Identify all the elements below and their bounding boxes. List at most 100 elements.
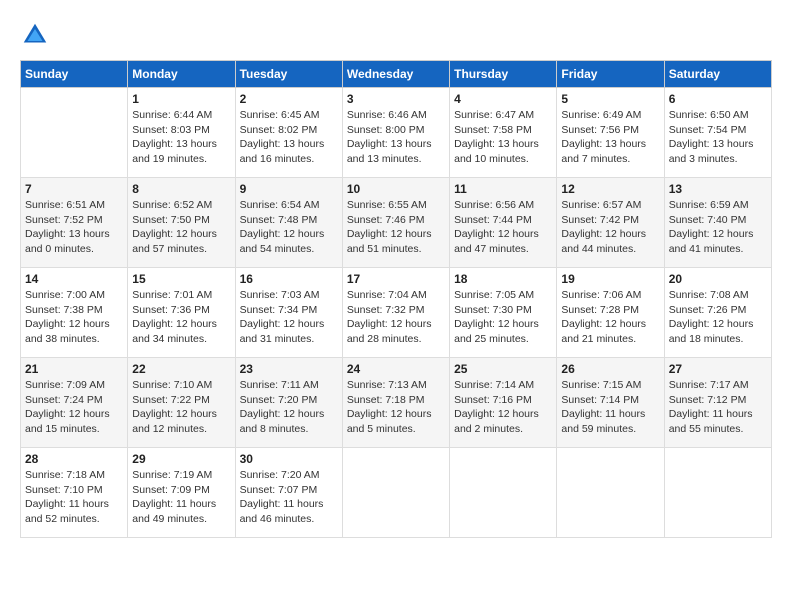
day-info: Sunrise: 6:59 AM Sunset: 7:40 PM Dayligh… <box>669 198 767 257</box>
day-number: 26 <box>561 362 659 376</box>
day-info: Sunrise: 6:55 AM Sunset: 7:46 PM Dayligh… <box>347 198 445 257</box>
day-info: Sunrise: 6:57 AM Sunset: 7:42 PM Dayligh… <box>561 198 659 257</box>
weekday-header-tuesday: Tuesday <box>235 61 342 88</box>
day-number: 30 <box>240 452 338 466</box>
day-info: Sunrise: 6:52 AM Sunset: 7:50 PM Dayligh… <box>132 198 230 257</box>
calendar-cell <box>664 448 771 538</box>
calendar-cell: 27Sunrise: 7:17 AM Sunset: 7:12 PM Dayli… <box>664 358 771 448</box>
day-number: 10 <box>347 182 445 196</box>
calendar-cell: 3Sunrise: 6:46 AM Sunset: 8:00 PM Daylig… <box>342 88 449 178</box>
day-info: Sunrise: 7:13 AM Sunset: 7:18 PM Dayligh… <box>347 378 445 437</box>
calendar-cell: 23 Sunrise: 7:11 AM Sunset: 7:20 PM Dayli… <box>235 358 342 448</box>
weekday-header-thursday: Thursday <box>450 61 557 88</box>
day-number: 16 <box>240 272 338 286</box>
day-info: Sunrise: 7:14 AM Sunset: 7:16 PM Dayligh… <box>454 378 552 437</box>
day-number: 1 <box>132 92 230 106</box>
day-number: 20 <box>669 272 767 286</box>
day-number: 23 <box>240 362 338 376</box>
weekday-header-wednesday: Wednesday <box>342 61 449 88</box>
week-row-2: 7 Sunrise: 6:51 AM Sunset: 7:52 PM Daylig… <box>21 178 772 268</box>
page-header <box>20 20 772 50</box>
calendar-table: SundayMondayTuesdayWednesdayThursdayFrid… <box>20 60 772 538</box>
calendar-cell <box>557 448 664 538</box>
day-number: 5 <box>561 92 659 106</box>
day-info: Sunrise: 7:18 AM Sunset: 7:10 PM Dayligh… <box>25 468 123 527</box>
day-number: 13 <box>669 182 767 196</box>
calendar-cell: 4 Sunrise: 6:47 AM Sunset: 7:58 PM Daylig… <box>450 88 557 178</box>
day-info: Sunrise: 7:15 AM Sunset: 7:14 PM Dayligh… <box>561 378 659 437</box>
day-info: Sunrise: 7:08 AM Sunset: 7:26 PM Dayligh… <box>669 288 767 347</box>
calendar-cell: 29 Sunrise: 7:19 AM Sunset: 7:09 PM Dayli… <box>128 448 235 538</box>
day-info: Sunrise: 7:11 AM Sunset: 7:20 PM Dayligh… <box>240 378 338 437</box>
week-row-5: 28 Sunrise: 7:18 AM Sunset: 7:10 PM Dayli… <box>21 448 772 538</box>
calendar-cell: 10 Sunrise: 6:55 AM Sunset: 7:46 PM Dayli… <box>342 178 449 268</box>
calendar-cell: 1 Sunrise: 6:44 AM Sunset: 8:03 PM Daylig… <box>128 88 235 178</box>
calendar-cell: 16Sunrise: 7:03 AM Sunset: 7:34 PM Dayli… <box>235 268 342 358</box>
calendar-cell: 20 Sunrise: 7:08 AM Sunset: 7:26 PM Dayli… <box>664 268 771 358</box>
day-number: 11 <box>454 182 552 196</box>
day-info: Sunrise: 6:44 AM Sunset: 8:03 PM Dayligh… <box>132 108 230 167</box>
day-info: Sunrise: 7:10 AM Sunset: 7:22 PM Dayligh… <box>132 378 230 437</box>
calendar-cell: 15Sunrise: 7:01 AM Sunset: 7:36 PM Dayli… <box>128 268 235 358</box>
calendar-cell <box>450 448 557 538</box>
calendar-cell: 6Sunrise: 6:50 AM Sunset: 7:54 PM Daylig… <box>664 88 771 178</box>
calendar-cell: 8 Sunrise: 6:52 AM Sunset: 7:50 PM Daylig… <box>128 178 235 268</box>
day-number: 9 <box>240 182 338 196</box>
calendar-cell: 5 Sunrise: 6:49 AM Sunset: 7:56 PM Daylig… <box>557 88 664 178</box>
day-number: 22 <box>132 362 230 376</box>
day-number: 12 <box>561 182 659 196</box>
day-number: 3 <box>347 92 445 106</box>
calendar-cell: 18Sunrise: 7:05 AM Sunset: 7:30 PM Dayli… <box>450 268 557 358</box>
day-number: 28 <box>25 452 123 466</box>
day-info: Sunrise: 7:06 AM Sunset: 7:28 PM Dayligh… <box>561 288 659 347</box>
day-info: Sunrise: 6:47 AM Sunset: 7:58 PM Dayligh… <box>454 108 552 167</box>
weekday-header-sunday: Sunday <box>21 61 128 88</box>
weekday-header-friday: Friday <box>557 61 664 88</box>
calendar-cell: 7 Sunrise: 6:51 AM Sunset: 7:52 PM Daylig… <box>21 178 128 268</box>
logo-icon <box>20 20 50 50</box>
day-number: 27 <box>669 362 767 376</box>
calendar-cell: 2 Sunrise: 6:45 AM Sunset: 8:02 PM Daylig… <box>235 88 342 178</box>
day-info: Sunrise: 6:51 AM Sunset: 7:52 PM Dayligh… <box>25 198 123 257</box>
week-row-3: 14 Sunrise: 7:00 AM Sunset: 7:38 PM Dayli… <box>21 268 772 358</box>
day-info: Sunrise: 7:04 AM Sunset: 7:32 PM Dayligh… <box>347 288 445 347</box>
weekday-header-monday: Monday <box>128 61 235 88</box>
calendar-cell: 24 Sunrise: 7:13 AM Sunset: 7:18 PM Dayli… <box>342 358 449 448</box>
day-info: Sunrise: 6:56 AM Sunset: 7:44 PM Dayligh… <box>454 198 552 257</box>
weekday-header-row: SundayMondayTuesdayWednesdayThursdayFrid… <box>21 61 772 88</box>
calendar-cell: 19 Sunrise: 7:06 AM Sunset: 7:28 PM Dayli… <box>557 268 664 358</box>
day-info: Sunrise: 6:50 AM Sunset: 7:54 PM Dayligh… <box>669 108 767 167</box>
day-info: Sunrise: 7:09 AM Sunset: 7:24 PM Dayligh… <box>25 378 123 437</box>
week-row-1: 1 Sunrise: 6:44 AM Sunset: 8:03 PM Daylig… <box>21 88 772 178</box>
calendar-cell: 26 Sunrise: 7:15 AM Sunset: 7:14 PM Dayli… <box>557 358 664 448</box>
calendar-cell: 17 Sunrise: 7:04 AM Sunset: 7:32 PM Dayli… <box>342 268 449 358</box>
calendar-cell: 28 Sunrise: 7:18 AM Sunset: 7:10 PM Dayli… <box>21 448 128 538</box>
day-number: 14 <box>25 272 123 286</box>
day-number: 7 <box>25 182 123 196</box>
calendar-cell: 25 Sunrise: 7:14 AM Sunset: 7:16 PM Dayli… <box>450 358 557 448</box>
weekday-header-saturday: Saturday <box>664 61 771 88</box>
calendar-cell: 21Sunrise: 7:09 AM Sunset: 7:24 PM Dayli… <box>21 358 128 448</box>
day-number: 17 <box>347 272 445 286</box>
calendar-cell: 12 Sunrise: 6:57 AM Sunset: 7:42 PM Dayli… <box>557 178 664 268</box>
day-info: Sunrise: 7:19 AM Sunset: 7:09 PM Dayligh… <box>132 468 230 527</box>
day-number: 4 <box>454 92 552 106</box>
day-number: 24 <box>347 362 445 376</box>
week-row-4: 21Sunrise: 7:09 AM Sunset: 7:24 PM Dayli… <box>21 358 772 448</box>
day-number: 29 <box>132 452 230 466</box>
calendar-cell: 13 Sunrise: 6:59 AM Sunset: 7:40 PM Dayli… <box>664 178 771 268</box>
day-info: Sunrise: 6:49 AM Sunset: 7:56 PM Dayligh… <box>561 108 659 167</box>
calendar-cell: 22 Sunrise: 7:10 AM Sunset: 7:22 PM Dayli… <box>128 358 235 448</box>
day-number: 2 <box>240 92 338 106</box>
logo <box>20 20 52 50</box>
calendar-cell: 14 Sunrise: 7:00 AM Sunset: 7:38 PM Dayli… <box>21 268 128 358</box>
day-info: Sunrise: 7:00 AM Sunset: 7:38 PM Dayligh… <box>25 288 123 347</box>
day-info: Sunrise: 6:45 AM Sunset: 8:02 PM Dayligh… <box>240 108 338 167</box>
calendar-cell <box>342 448 449 538</box>
day-info: Sunrise: 6:54 AM Sunset: 7:48 PM Dayligh… <box>240 198 338 257</box>
day-number: 19 <box>561 272 659 286</box>
day-number: 18 <box>454 272 552 286</box>
calendar-cell: 11 Sunrise: 6:56 AM Sunset: 7:44 PM Dayli… <box>450 178 557 268</box>
day-number: 8 <box>132 182 230 196</box>
day-number: 25 <box>454 362 552 376</box>
